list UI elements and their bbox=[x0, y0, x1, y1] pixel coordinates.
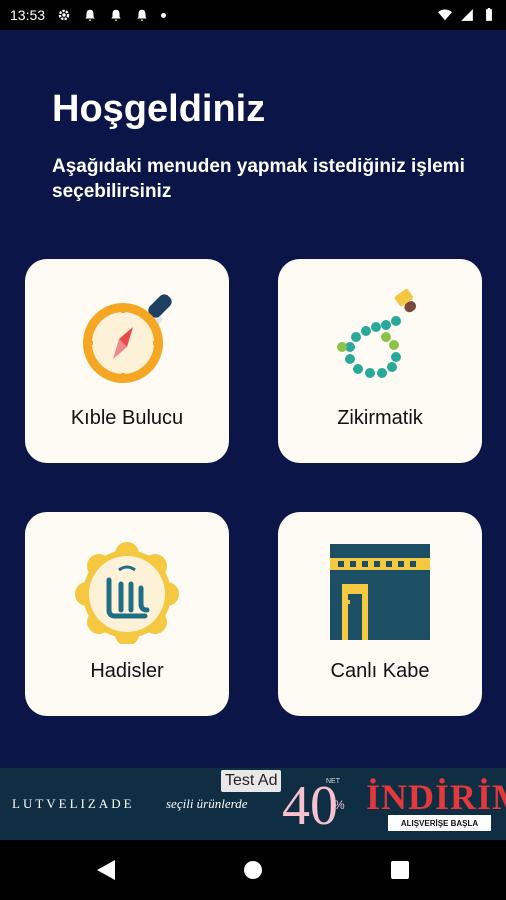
back-icon[interactable] bbox=[94, 858, 118, 882]
navigation-bar bbox=[0, 840, 506, 900]
ad-sale-text: İNDİRİM bbox=[366, 777, 506, 817]
menu-card-kible-bulucu[interactable]: Kıble Bulucu bbox=[25, 259, 229, 463]
page-title: Hoşgeldiniz bbox=[52, 88, 266, 130]
home-icon[interactable] bbox=[241, 858, 265, 882]
bell-icon bbox=[85, 9, 95, 21]
status-bar: 13:53 bbox=[0, 0, 506, 30]
dot-icon bbox=[161, 12, 167, 18]
bell-icon bbox=[111, 9, 121, 21]
page-subtitle: Aşağıdaki menuden yapmak istediğiniz işl… bbox=[52, 156, 465, 202]
ad-cta-button[interactable]: ALIŞVERİŞE BAŞLA bbox=[388, 815, 491, 831]
signal-icon bbox=[461, 9, 473, 21]
bell-icon bbox=[137, 9, 147, 21]
ad-percent-label: % bbox=[334, 798, 345, 812]
menu-card-hadisler[interactable]: Hadisler bbox=[25, 512, 229, 716]
ad-banner[interactable]: LUTVELIZADE seçili ürünlerde 40 NET % İN… bbox=[0, 768, 506, 840]
ad-net-label: NET bbox=[326, 778, 340, 785]
wifi-icon bbox=[438, 9, 452, 21]
menu-card-label: Canlı Kabe bbox=[330, 660, 430, 682]
menu-card-label: Zikirmatik bbox=[337, 407, 423, 429]
status-time: 13:53 bbox=[10, 7, 46, 23]
compass-icon bbox=[83, 294, 172, 383]
ad-brand: LUTVELIZADE bbox=[12, 796, 135, 811]
menu-card-label: Kıble Bulucu bbox=[70, 407, 184, 429]
ad-subtitle: seçili ürünlerde bbox=[166, 796, 248, 811]
menu-card-canli-kabe[interactable]: Canlı Kabe bbox=[278, 512, 482, 716]
gear-icon bbox=[58, 9, 70, 21]
menu-card-label: Hadisler bbox=[90, 660, 164, 682]
menu-card-zikirmatik[interactable]: Zikirmatik bbox=[278, 259, 482, 463]
allah-calligraphy-icon bbox=[75, 542, 179, 644]
kaaba-icon bbox=[330, 544, 430, 640]
battery-icon bbox=[486, 8, 492, 21]
prayer-beads-icon bbox=[337, 288, 417, 378]
recents-icon[interactable] bbox=[388, 858, 412, 882]
ad-test-tag: Test Ad bbox=[221, 770, 282, 792]
